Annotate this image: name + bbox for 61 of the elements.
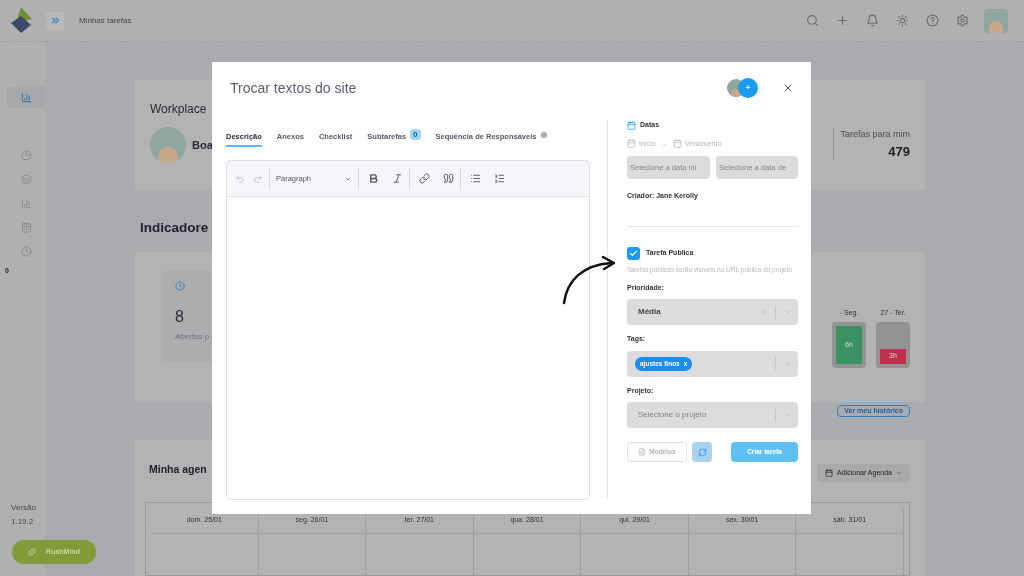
bold-icon	[367, 173, 379, 184]
info-icon	[540, 131, 549, 139]
version-label: Versão	[11, 502, 37, 514]
check-icon	[629, 248, 638, 258]
workplace-title: Workplace	[150, 101, 208, 118]
quote-icon	[442, 173, 454, 184]
redo-icon[interactable]	[253, 173, 263, 184]
search-icon[interactable]	[804, 12, 820, 29]
user-avatar[interactable]	[984, 8, 1008, 33]
version-number: 1.19.2	[11, 516, 35, 528]
settings-icon[interactable]	[954, 12, 970, 29]
page-title: Minhas tarefas	[79, 14, 132, 27]
refresh-icon	[697, 447, 707, 457]
italic-icon	[391, 173, 403, 184]
sidebar-item[interactable]	[7, 86, 45, 108]
sparkle-icon	[28, 548, 37, 556]
bold-icon[interactable]	[367, 172, 379, 185]
calendar-icon	[672, 139, 682, 149]
close-icon[interactable]	[782, 82, 794, 94]
sidebar-icon	[20, 245, 32, 257]
bullet-list-icon	[469, 173, 481, 184]
caret-icon	[896, 470, 902, 477]
greeting-text: Boa	[192, 137, 213, 153]
stat-value: 479	[888, 142, 910, 161]
numbered-list-icon[interactable]	[493, 172, 505, 185]
sidebar-icon	[20, 91, 32, 103]
curved-arrow-drawing	[561, 255, 617, 305]
sidebar-icon	[20, 149, 32, 161]
expand-sidebar-button[interactable]	[46, 11, 64, 30]
dialog-title: Trocar textos do site	[230, 78, 357, 98]
clock-icon	[175, 281, 185, 292]
stat-label: Tarefas para mim	[840, 128, 910, 141]
sidebar-icon	[20, 221, 32, 233]
count-badge: 0	[410, 129, 421, 140]
logo-icon	[10, 6, 32, 35]
italic-icon[interactable]	[391, 172, 403, 185]
bullet-list-icon[interactable]	[469, 172, 481, 185]
sidebar-icon	[20, 197, 32, 209]
link-icon	[418, 173, 430, 184]
user-avatar	[150, 127, 186, 163]
agenda-title: Minha agen	[149, 462, 207, 478]
help-icon[interactable]	[924, 12, 940, 29]
section-title: Indicadore	[140, 219, 210, 237]
public-task-checkbox[interactable]	[627, 246, 640, 260]
calendar-icon	[627, 139, 636, 149]
bell-icon[interactable]	[864, 12, 880, 29]
chevrons-right-icon	[49, 15, 61, 26]
open-count: 8	[175, 307, 185, 328]
priority-value: Média	[638, 306, 661, 318]
sun-icon[interactable]	[894, 12, 910, 29]
quote-icon[interactable]	[442, 172, 454, 185]
project-placeholder: Selecione o projeto	[638, 409, 707, 421]
calendar-icon	[825, 469, 834, 478]
sidebar-icon	[20, 173, 32, 185]
refresh-button[interactable]	[692, 442, 712, 462]
numbered-list-icon	[493, 173, 505, 184]
calendar-icon	[627, 120, 636, 130]
link-icon[interactable]	[418, 172, 430, 185]
priority-select[interactable]: Média	[627, 299, 798, 325]
document-icon	[638, 448, 647, 456]
undo-icon[interactable]	[235, 173, 245, 184]
